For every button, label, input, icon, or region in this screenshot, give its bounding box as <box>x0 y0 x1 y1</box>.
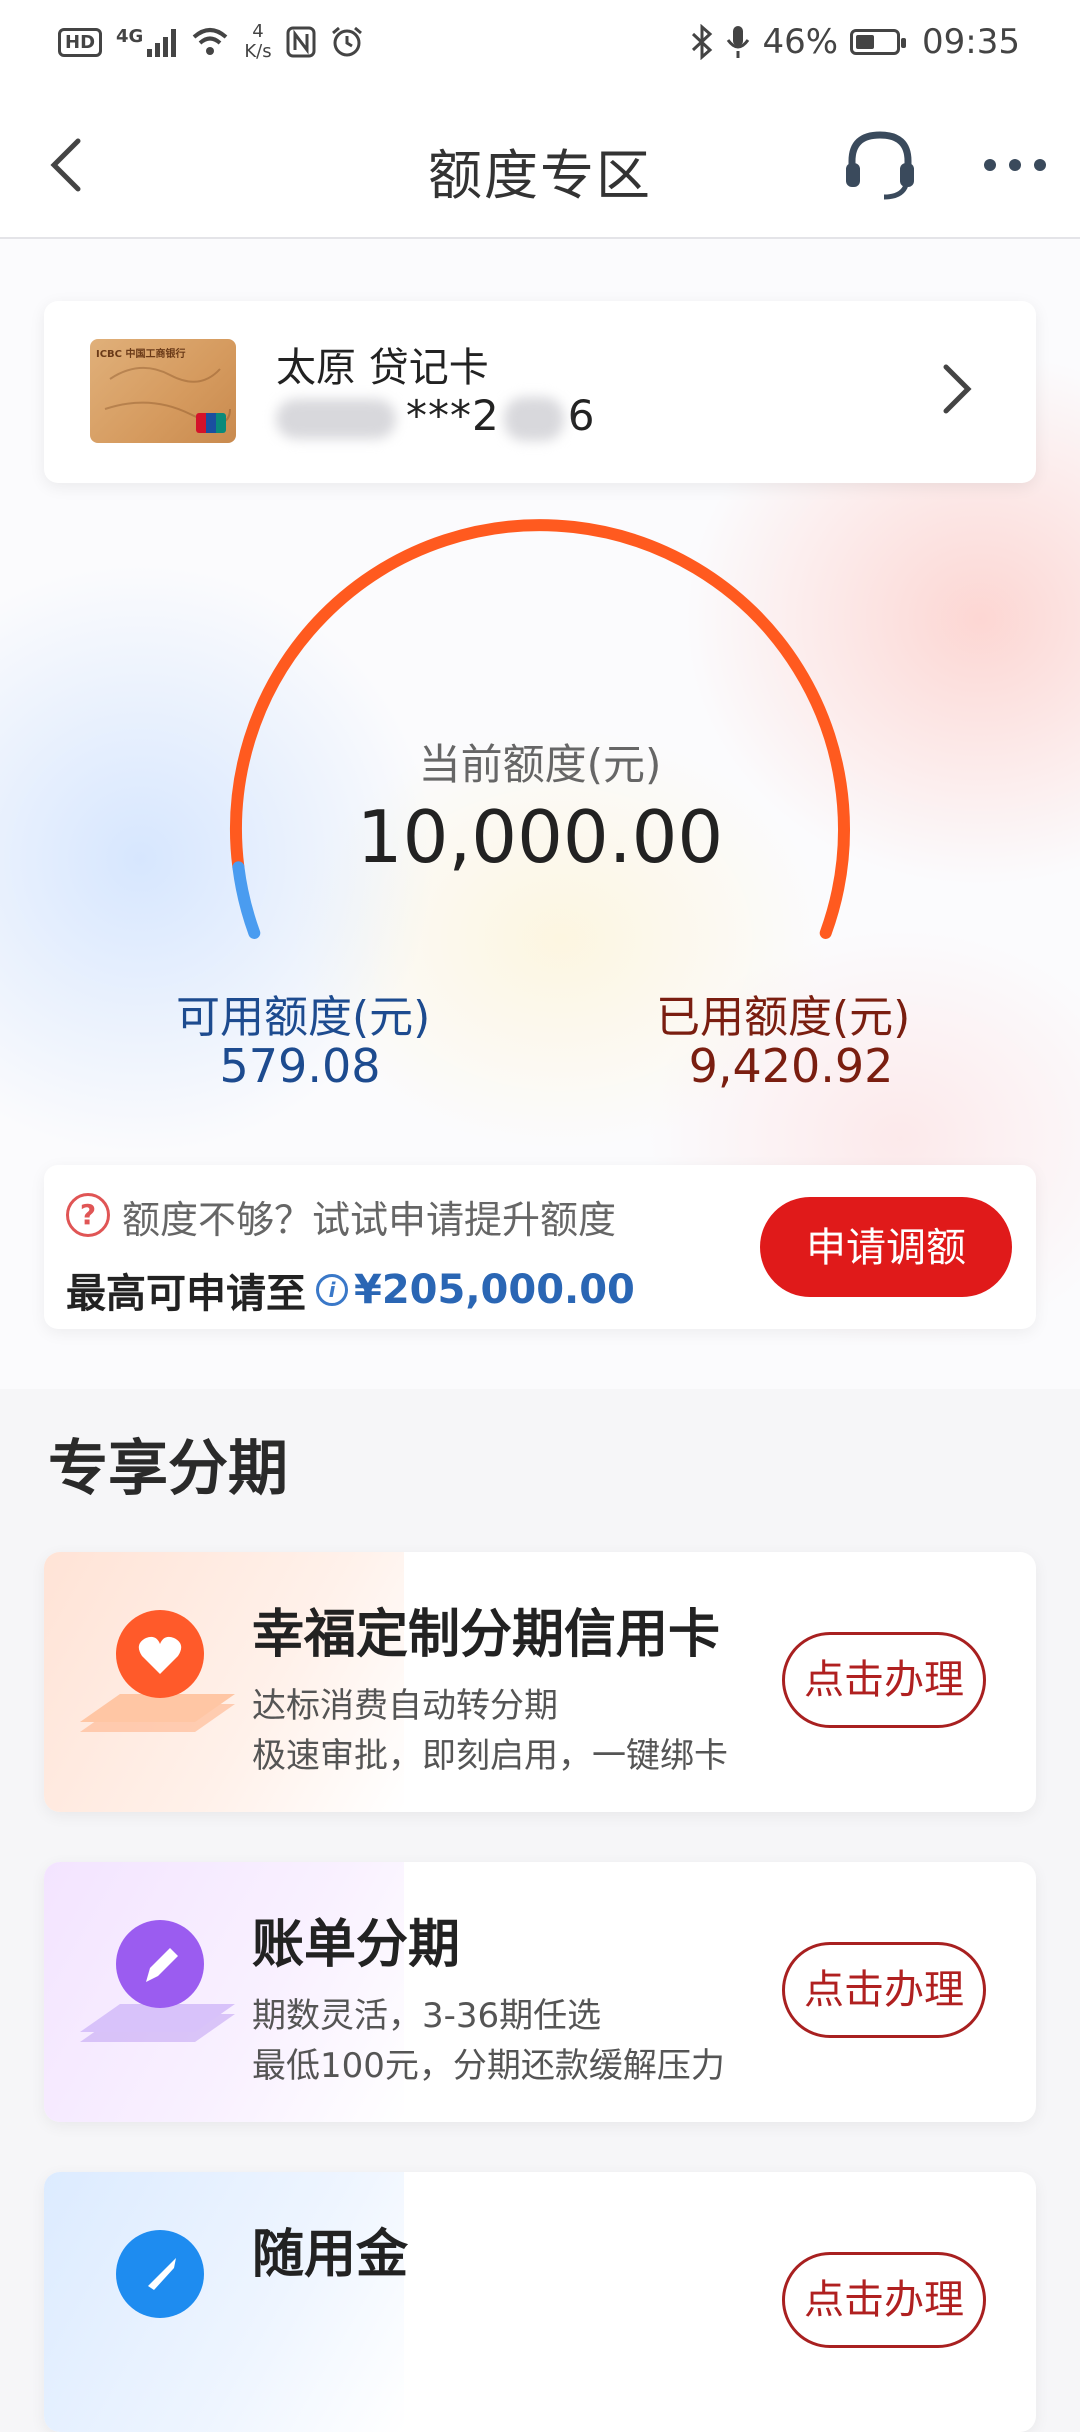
customer-service-icon[interactable] <box>840 125 920 205</box>
status-right: 46% 09:35 <box>690 22 1020 62</box>
current-limit-label: 当前额度(元) <box>418 740 662 789</box>
apply-button[interactable]: 点击办理 <box>782 1632 986 1728</box>
nfc-icon <box>286 26 316 58</box>
card-number: ***2 6 <box>276 391 595 441</box>
network-type: 4G <box>116 26 144 47</box>
product-card[interactable]: 账单分期 期数灵活，3-36期任选 最低100元，分期还款缓解压力 点击办理 <box>44 1862 1036 2122</box>
product-title: 账单分期 <box>252 1915 461 1975</box>
hd-icon: HD <box>58 27 103 57</box>
chevron-right-icon <box>943 364 972 414</box>
product-desc-2: 最低100元，分期还款缓解压力 <box>252 2046 725 2086</box>
more-icon[interactable] <box>980 145 1050 185</box>
info-icon[interactable]: i <box>316 1274 348 1306</box>
network-speed: 4 K/s <box>244 22 271 62</box>
masked-digits <box>503 396 564 441</box>
product-desc-1: 达标消费自动转分期 <box>252 1686 558 1726</box>
apply-button[interactable]: 点击办理 <box>782 1942 986 2038</box>
masked-digits <box>276 398 396 439</box>
limit-raise-card: ? 额度不够？试试申请提升额度 最高可申请至 i ¥205,000.00 申请调… <box>44 1165 1036 1329</box>
speed-value: 4 <box>252 21 264 42</box>
wifi-icon <box>193 28 228 55</box>
card-number-end: 6 <box>567 391 596 440</box>
battery-percent: 46% <box>762 22 839 62</box>
card-image: ICBC 中国工商银行 <box>90 339 236 443</box>
product-card[interactable]: 幸福定制分期信用卡 达标消费自动转分期 极速审批，即刻启用，一键绑卡 点击办理 <box>44 1552 1036 1812</box>
current-limit-value: 10,000.00 <box>356 795 724 879</box>
used-limit-value: 9,420.92 <box>688 1039 894 1093</box>
heart-icon <box>80 1610 235 1732</box>
credit-limit-hero: ICBC 中国工商银行 太原 贷记卡 ***2 6 当前额度(元) 10,000.… <box>0 239 1080 1389</box>
card-number-mid: ***2 <box>406 391 500 440</box>
battery-icon <box>850 29 907 55</box>
rocket-icon <box>116 2230 204 2318</box>
max-limit-label: 最高可申请至 <box>66 1271 306 1317</box>
clock: 09:35 <box>922 22 1020 62</box>
unionpay-logo <box>196 413 226 433</box>
status-left: HD 4G 4 K/s <box>58 22 364 62</box>
used-limit-label: 已用额度(元) <box>656 992 911 1043</box>
bluetooth-icon <box>692 24 713 60</box>
product-title: 幸福定制分期信用卡 <box>252 1605 721 1665</box>
nav-bar: 额度专区 <box>0 95 1080 239</box>
question-icon: ? <box>66 1193 110 1237</box>
product-desc-1: 期数灵活，3-36期任选 <box>252 1996 602 2036</box>
product-card[interactable]: 随用金 点击办理 <box>44 2172 1036 2432</box>
card-name: 太原 贷记卡 <box>276 345 489 391</box>
alarm-icon <box>331 26 362 57</box>
product-title: 随用金 <box>252 2225 409 2285</box>
raise-hint: 额度不够？试试申请提升额度 <box>122 1198 617 1242</box>
microphone-icon <box>727 26 750 58</box>
section-title: 专享分期 <box>48 1434 288 1504</box>
pencil-icon <box>80 1920 235 2042</box>
card-selector[interactable]: ICBC 中国工商银行 太原 贷记卡 ***2 6 <box>44 301 1036 483</box>
available-limit-label: 可用额度(元) <box>176 992 431 1043</box>
product-desc-2: 极速审批，即刻启用，一键绑卡 <box>252 1736 728 1776</box>
max-limit: 最高可申请至 i ¥205,000.00 <box>66 1261 635 1319</box>
apply-button[interactable]: 点击办理 <box>782 2252 986 2348</box>
status-bar: HD 4G 4 K/s 46% 09:35 <box>0 0 1080 95</box>
max-limit-amount: ¥205,000.00 <box>354 1267 635 1313</box>
signal-icon: 4G <box>116 26 177 57</box>
apply-adjust-button[interactable]: 申请调额 <box>760 1197 1012 1297</box>
available-limit-value: 579.08 <box>219 1039 381 1093</box>
speed-unit: K/s <box>244 41 272 62</box>
